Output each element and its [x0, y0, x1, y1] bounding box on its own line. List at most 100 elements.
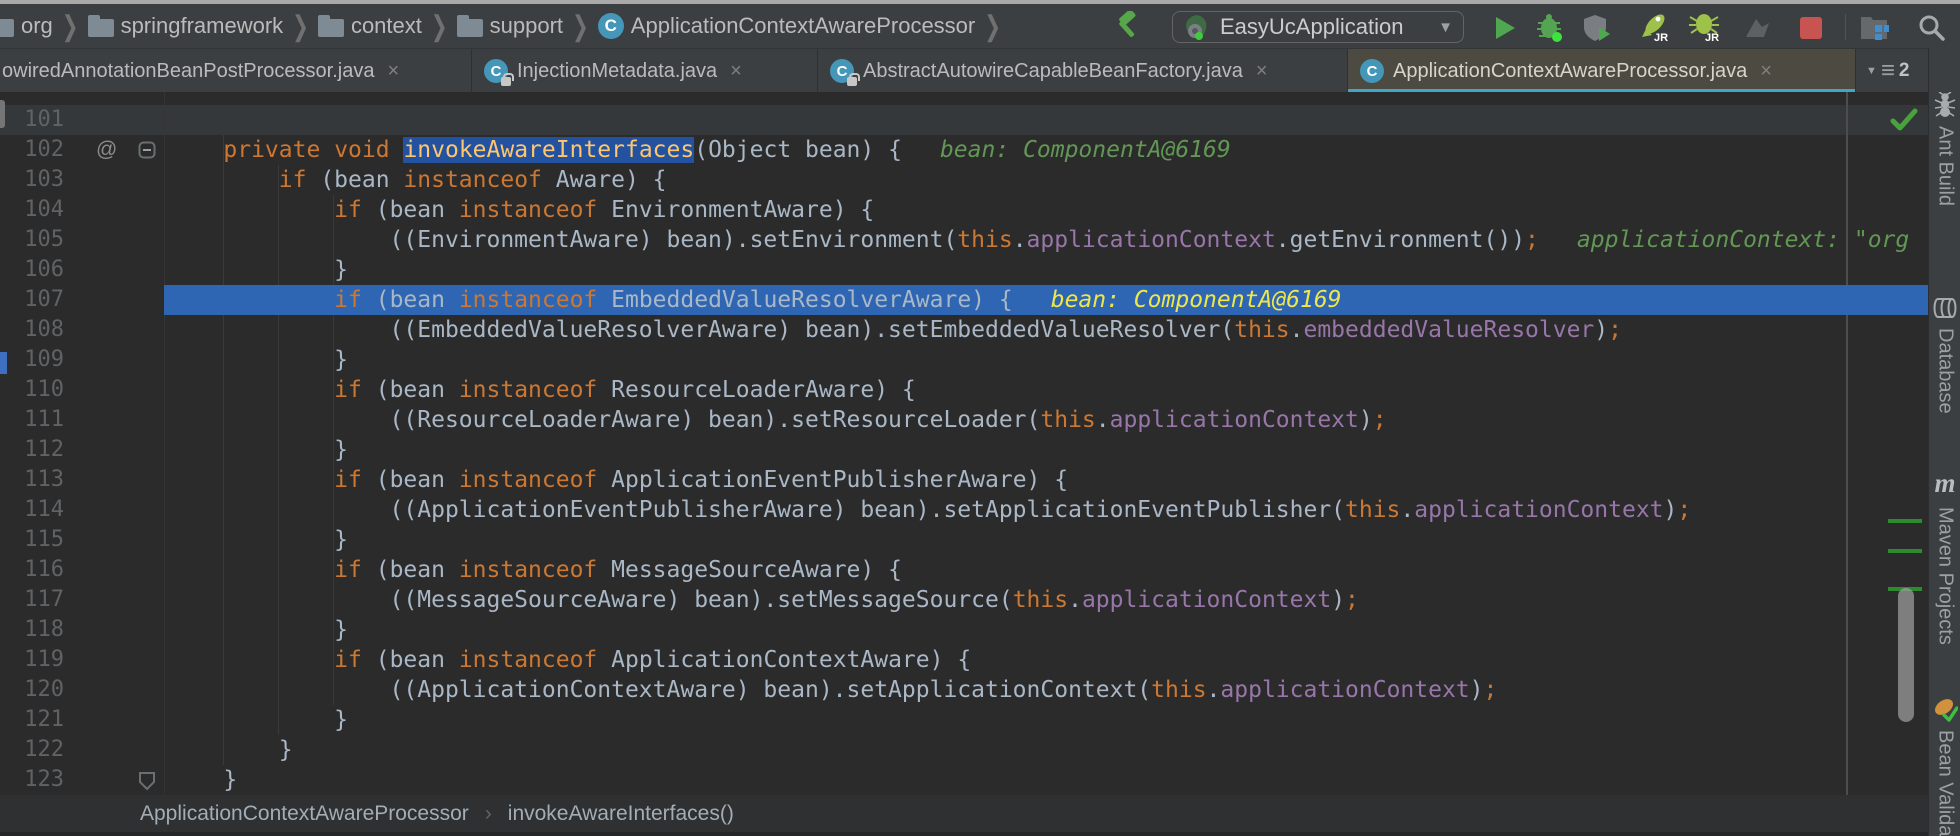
ide-window: org ❯ springframework ❯ context ❯ suppor… — [0, 0, 1960, 836]
code-line[interactable]: 120 ((ApplicationContextAware) bean).set… — [0, 675, 1928, 705]
debugger-inline-hint: applicationContext: "org — [1576, 227, 1910, 253]
inspections-ok-icon[interactable] — [1890, 108, 1918, 132]
breadcrumb-item-org[interactable]: org — [0, 13, 55, 39]
code-line[interactable]: 109 } — [0, 345, 1928, 375]
close-icon[interactable]: × — [1256, 60, 1268, 83]
ant-icon — [1934, 92, 1956, 117]
code-text: ((EmbeddedValueResolverAware) bean).setE… — [168, 317, 1622, 343]
jrebel-run-button[interactable]: JR — [1636, 12, 1674, 44]
run-configuration-select[interactable]: EasyUcApplication ▼ — [1172, 11, 1464, 43]
code-line[interactable]: 106 } — [0, 255, 1928, 285]
line-number: 112 — [24, 437, 64, 462]
code-text: if (bean instanceof ResourceLoaderAware)… — [334, 377, 916, 403]
code-line[interactable]: 108 ((EmbeddedValueResolverAware) bean).… — [0, 315, 1928, 345]
editor-breadcrumbs-bar: ApplicationContextAwareProcessor › invok… — [0, 795, 1928, 832]
jrebel-debug-button[interactable]: JR — [1686, 12, 1724, 44]
breadcrumb-method[interactable]: invokeAwareInterfaces() — [508, 802, 734, 826]
line-number: 118 — [24, 617, 64, 642]
code-line[interactable]: 121 } — [0, 705, 1928, 735]
code-text: ((ResourceLoaderAware) bean).setResource… — [168, 407, 1387, 433]
project-structure-button[interactable] — [1856, 12, 1894, 44]
code-text: private void invokeAwareInterfaces(Objec… — [223, 137, 1231, 163]
line-number: 106 — [24, 257, 64, 282]
code-line[interactable]: 111 ((ResourceLoaderAware) bean).setReso… — [0, 405, 1928, 435]
line-number: 108 — [24, 317, 64, 342]
breadcrumb-separator: › — [484, 801, 492, 825]
tab-abstract-autowire-capable-bean-factory[interactable]: C AbstractAutowireCapableBeanFactory.jav… — [818, 49, 1348, 93]
breadcrumb-item-class[interactable]: C ApplicationContextAwareProcessor — [596, 13, 977, 39]
close-icon[interactable]: × — [730, 60, 742, 83]
tool-button-bean-validation[interactable]: Bean Validation — [1929, 696, 1960, 836]
tab-injection-metadata[interactable]: C InjectionMetadata.java × — [472, 49, 818, 93]
line-number: 123 — [24, 767, 64, 792]
run-button[interactable] — [1485, 12, 1523, 44]
run-with-coverage-button[interactable] — [1578, 12, 1616, 44]
code-line[interactable]: 123 } — [0, 765, 1928, 795]
breadcrumb-item-springframework[interactable]: springframework — [86, 13, 286, 39]
code-line[interactable]: 118 } — [0, 615, 1928, 645]
code-line[interactable]: 122 } — [0, 735, 1928, 765]
code-line[interactable]: 104 if (bean instanceof EnvironmentAware… — [0, 195, 1928, 225]
line-number: 101 — [24, 107, 64, 132]
code-text: } — [168, 437, 349, 463]
tab-label: AbstractAutowireCapableBeanFactory.java — [863, 59, 1243, 82]
code-line[interactable]: 101 — [0, 105, 1928, 135]
class-icon: C — [830, 59, 860, 86]
code-editor[interactable]: 101 102 @ private void invokeAwareInterfac… — [0, 92, 1928, 795]
code-text: ((ApplicationContextAware) bean).setAppl… — [168, 677, 1498, 703]
debug-button[interactable] — [1530, 12, 1568, 44]
breadcrumb-item-support[interactable]: support — [455, 13, 565, 39]
code-line[interactable]: 119 if (bean instanceof ApplicationConte… — [0, 645, 1928, 675]
code-line[interactable]: 105 ((EnvironmentAware) bean).setEnviron… — [0, 225, 1928, 255]
build-hammer-icon[interactable] — [1108, 10, 1144, 42]
tool-button-label: Bean Validation — [1934, 730, 1957, 836]
code-line[interactable]: 107 if (bean instanceof EmbeddedValueRes… — [0, 285, 1928, 315]
breadcrumb-separator: ❯ — [984, 11, 1001, 43]
code-line[interactable]: 112 } — [0, 435, 1928, 465]
vertical-scrollbar[interactable] — [1898, 588, 1914, 722]
class-icon: C — [484, 59, 514, 86]
code-line[interactable]: 102 @ private void invokeAwareInterfaces(… — [0, 135, 1928, 165]
fold-collapse-icon[interactable] — [138, 141, 156, 164]
breadcrumb-label: support — [489, 13, 564, 38]
code-text: ((ApplicationEventPublisherAware) bean).… — [168, 497, 1692, 523]
stop-button[interactable] — [1792, 12, 1830, 44]
tool-button-database[interactable]: Database — [1929, 296, 1960, 414]
line-number: 104 — [24, 197, 64, 222]
code-line[interactable]: 103 if (bean instanceof Aware) { — [0, 165, 1928, 195]
close-icon[interactable]: × — [387, 60, 399, 83]
line-number: 107 — [24, 287, 64, 312]
breadcrumb-class[interactable]: ApplicationContextAwareProcessor — [140, 802, 469, 826]
line-number: 116 — [24, 557, 64, 582]
code-text: if (bean instanceof ApplicationEventPubl… — [334, 467, 1069, 493]
code-line[interactable]: 113 if (bean instanceof ApplicationEvent… — [0, 465, 1928, 495]
breadcrumb-item-context[interactable]: context — [316, 13, 424, 39]
code-text: if (bean instanceof Aware) { — [278, 167, 667, 193]
fold-end-icon[interactable] — [138, 771, 156, 795]
code-line[interactable]: 114 ((ApplicationEventPublisherAware) be… — [0, 495, 1928, 525]
folder-icon — [317, 15, 344, 37]
change-marker[interactable] — [1888, 549, 1922, 553]
code-line[interactable]: 116 if (bean instanceof MessageSourceAwa… — [0, 555, 1928, 585]
tool-button-ant-build[interactable]: Ant Build — [1929, 92, 1960, 206]
code-line[interactable]: 115 } — [0, 525, 1928, 555]
debugger-inline-hint: bean: ComponentA@6169 — [939, 137, 1231, 163]
breadcrumb-separator: ❯ — [430, 11, 448, 43]
editor-tab-bar: owiredAnnotationBeanPostProcessor.java ×… — [0, 48, 1928, 93]
change-marker[interactable] — [1888, 519, 1922, 523]
tab-autowired-annotation-bean-post-processor[interactable]: owiredAnnotationBeanPostProcessor.java × — [0, 49, 472, 93]
run-configuration-name: EasyUcApplication — [1220, 14, 1404, 39]
tab-application-context-aware-processor[interactable]: C ApplicationContextAwareProcessor.java … — [1348, 49, 1856, 93]
lower-panel-edge — [0, 832, 1928, 836]
line-number: 110 — [24, 377, 64, 402]
line-number: 121 — [24, 707, 64, 732]
tool-button-maven-projects[interactable]: m Maven Projects — [1929, 468, 1960, 645]
code-line[interactable]: 117 ((MessageSourceAware) bean).setMessa… — [0, 585, 1928, 615]
annotation-gutter-icon: @ — [96, 138, 118, 161]
search-everywhere-button[interactable] — [1912, 12, 1950, 44]
line-number: 111 — [24, 407, 64, 432]
bean-icon — [1934, 699, 1958, 722]
code-line[interactable]: 110 if (bean instanceof ResourceLoaderAw… — [0, 375, 1928, 405]
hidden-tabs-dropdown[interactable]: ▼ ≡ 2 — [1860, 48, 1928, 92]
close-icon[interactable]: × — [1760, 60, 1772, 83]
